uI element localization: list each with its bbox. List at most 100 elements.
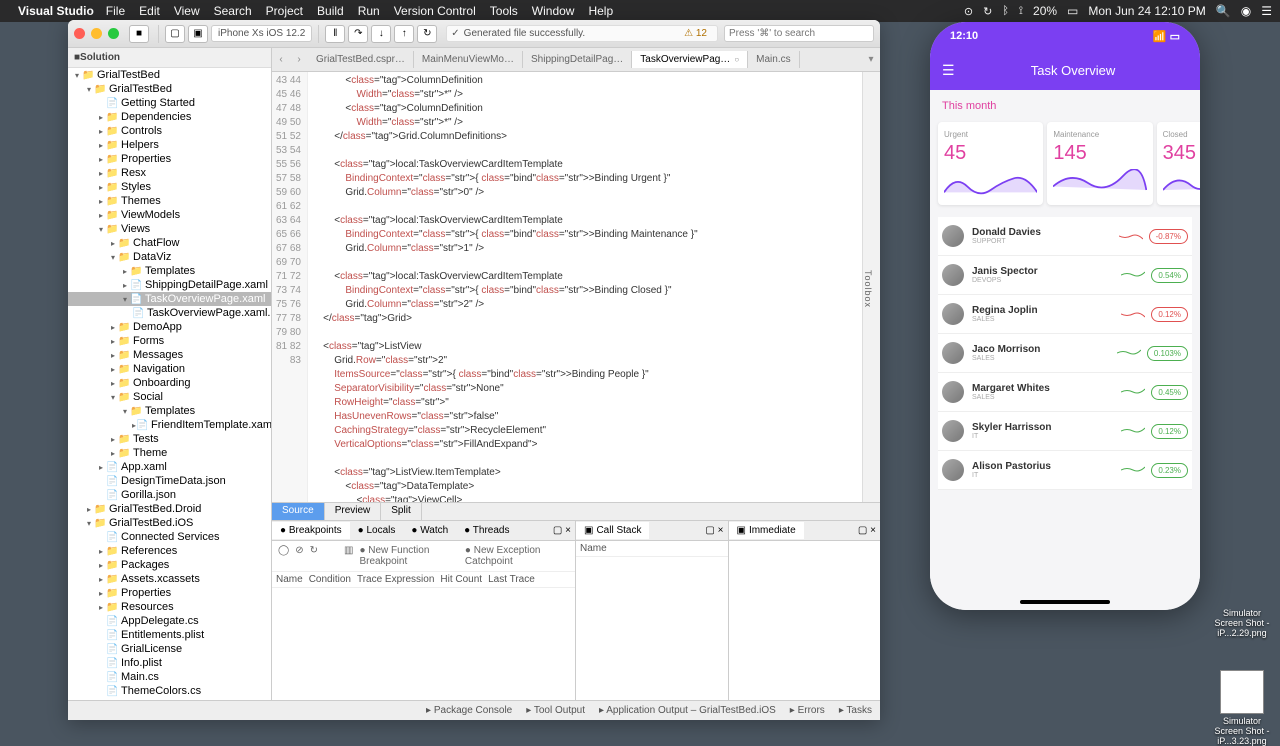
tree-item[interactable]: ▸📁Themes [68, 194, 271, 208]
statusbar-item[interactable]: ▸ Package Console [426, 705, 512, 716]
pause-button[interactable]: ‖ [325, 25, 345, 43]
tree-item[interactable]: 📄Connected Services [68, 530, 271, 544]
tree-item[interactable]: ▸📄FriendItemTemplate.xaml [68, 418, 271, 432]
close-button[interactable] [74, 28, 85, 39]
panel-opts[interactable]: ▢ × [854, 525, 880, 536]
tree-item[interactable]: ▸📁Properties [68, 586, 271, 600]
step-in-button[interactable]: ↓ [371, 25, 391, 43]
tree-item[interactable]: ▸📄App.xaml [68, 460, 271, 474]
search-icon[interactable]: 🔍 [1216, 4, 1231, 18]
nav-fwd[interactable]: › [290, 54, 308, 65]
tree-item[interactable]: ▸📁Resources [68, 600, 271, 614]
menu-file[interactable]: File [106, 4, 125, 18]
statusbar-item[interactable]: ▸ Tool Output [526, 705, 585, 716]
nav-back[interactable]: ‹ [272, 54, 290, 65]
menu-edit[interactable]: Edit [139, 4, 160, 18]
tree-item[interactable]: ▸📁Messages [68, 348, 271, 362]
bp-toggle-icon[interactable]: ◯ [278, 545, 289, 567]
tree-item[interactable]: ▾📁Social [68, 390, 271, 404]
tree-item[interactable]: ▸📁Resx [68, 166, 271, 180]
source-mode-tab[interactable]: Source [272, 503, 325, 520]
config-button[interactable]: ▢ [165, 25, 185, 43]
tree-item[interactable]: ▸📁Forms [68, 334, 271, 348]
stop-button[interactable]: ■ [129, 25, 149, 43]
tree-item[interactable]: ▸📁Dependencies [68, 110, 271, 124]
tree-item[interactable]: ▾📁GrialTestBed [68, 82, 271, 96]
tree-item[interactable]: ▸📁ViewModels [68, 208, 271, 222]
debug-tab-watch[interactable]: ● Watch [403, 522, 456, 539]
tree-item[interactable]: 📄TaskOverviewPage.xaml.cs [68, 306, 271, 320]
solution-header[interactable]: ■ Solution [68, 48, 271, 68]
tree-item[interactable]: ▸📁Theme [68, 446, 271, 460]
sim-person-row[interactable]: Skyler Harrisson IT 0.12% [938, 412, 1192, 451]
source-mode-tab[interactable]: Split [381, 503, 421, 520]
callstack-tab[interactable]: ▣ Call Stack [576, 522, 649, 539]
editor-tab[interactable]: GrialTestBed.cspr… [308, 51, 414, 68]
new-func-bp[interactable]: ● New Function Breakpoint [359, 545, 458, 567]
minimize-button[interactable] [91, 28, 102, 39]
battery-icon[interactable]: ▭ [1067, 4, 1078, 18]
debug-tab-threads[interactable]: ● Threads [456, 522, 517, 539]
menu-tools[interactable]: Tools [490, 4, 518, 18]
tree-item[interactable]: ▸📁Packages [68, 558, 271, 572]
code-editor[interactable]: 43 44 45 46 47 48 49 50 51 52 53 54 55 5… [272, 72, 880, 502]
menu-project[interactable]: Project [266, 4, 303, 18]
sim-person-row[interactable]: Regina Joplin SALES 0.12% [938, 295, 1192, 334]
menu-window[interactable]: Window [532, 4, 575, 18]
tree-item[interactable]: 📄ThemeColors.cs [68, 684, 271, 698]
tree-item[interactable]: ▾📁GrialTestBed [68, 68, 271, 82]
sim-stat-card[interactable]: Closed 345 [1157, 122, 1200, 205]
debug-tab-locals[interactable]: ● Locals [350, 522, 404, 539]
hamburger-icon[interactable]: ☰ [942, 62, 958, 79]
editor-tab[interactable]: Main.cs [748, 51, 799, 68]
menu-run[interactable]: Run [358, 4, 380, 18]
tree-item[interactable]: ▸📁Templates [68, 264, 271, 278]
wifi-icon[interactable]: ⟟ [1019, 5, 1023, 18]
sim-stat-card[interactable]: Urgent 45 [938, 122, 1043, 205]
tab-overflow[interactable]: ▾ [862, 54, 880, 65]
notif-icon[interactable]: ☰ [1261, 4, 1272, 18]
tree-item[interactable]: ▸📁Navigation [68, 362, 271, 376]
tree-item[interactable]: ▸📁References [68, 544, 271, 558]
menu-search[interactable]: Search [214, 4, 252, 18]
home-indicator[interactable] [1020, 600, 1110, 604]
tree-item[interactable]: ▸📁Helpers [68, 138, 271, 152]
zoom-button[interactable] [108, 28, 119, 39]
config-button[interactable]: ▣ [188, 25, 208, 43]
step-over-button[interactable]: ↷ [348, 25, 368, 43]
tree-item[interactable]: 📄Gorilla.json [68, 488, 271, 502]
editor-tab[interactable]: MainMenuViewMo… [414, 51, 523, 68]
menu-version-control[interactable]: Version Control [394, 4, 476, 18]
toolbox-tab[interactable]: Toolbox [862, 72, 880, 502]
source-mode-tab[interactable]: Preview [325, 503, 382, 520]
wifi-icon[interactable]: ⊙ [964, 5, 973, 18]
tree-item[interactable]: 📄AppDelegate.cs [68, 614, 271, 628]
tree-item[interactable]: 📄Info.plist [68, 656, 271, 670]
tree-item[interactable]: 📄GrialLicense [68, 642, 271, 656]
statusbar-item[interactable]: ▸ Tasks [839, 705, 872, 716]
tree-item[interactable]: ▾📄TaskOverviewPage.xaml [68, 292, 271, 306]
desktop-file[interactable]: Simulator Screen Shot - iP...2.29.png [1212, 608, 1272, 638]
sync-icon[interactable]: ↻ [983, 5, 992, 18]
sim-person-row[interactable]: Jaco Morrison SALES 0.103% [938, 334, 1192, 373]
tree-item[interactable]: 📄DesignTimeData.json [68, 474, 271, 488]
run-target[interactable]: iPhone Xs iOS 12.2 [211, 25, 312, 42]
sim-person-row[interactable]: Margaret Whites SALES 0.45% [938, 373, 1192, 412]
new-exc-bp[interactable]: ● New Exception Catchpoint [465, 545, 569, 567]
statusbar-item[interactable]: ▸ Application Output – GrialTestBed.iOS [599, 705, 776, 716]
desktop-file[interactable]: Simulator Screen Shot - iP...3.23.png [1212, 670, 1272, 746]
tree-item[interactable]: ▸📁ChatFlow [68, 236, 271, 250]
menu-build[interactable]: Build [317, 4, 344, 18]
tree-item[interactable]: ▾📁DataViz [68, 250, 271, 264]
tree-item[interactable]: 📄Getting Started [68, 96, 271, 110]
debug-tab-breakpoints[interactable]: ● Breakpoints [272, 522, 350, 539]
tree-item[interactable]: 📄Main.cs [68, 670, 271, 684]
user-icon[interactable]: ◉ [1241, 4, 1251, 18]
sim-person-row[interactable]: Alison Pastorius IT 0.23% [938, 451, 1192, 490]
bp-refresh-icon[interactable]: ↻ [310, 545, 318, 567]
menu-help[interactable]: Help [588, 4, 613, 18]
bp-remove-icon[interactable]: ⊘ [295, 545, 303, 567]
panel-opts[interactable]: ▢ × [701, 525, 727, 536]
sim-person-row[interactable]: Donald Davies SUPPORT -0.87% [938, 217, 1192, 256]
tree-item[interactable]: ▸📄ShippingDetailPage.xaml [68, 278, 271, 292]
